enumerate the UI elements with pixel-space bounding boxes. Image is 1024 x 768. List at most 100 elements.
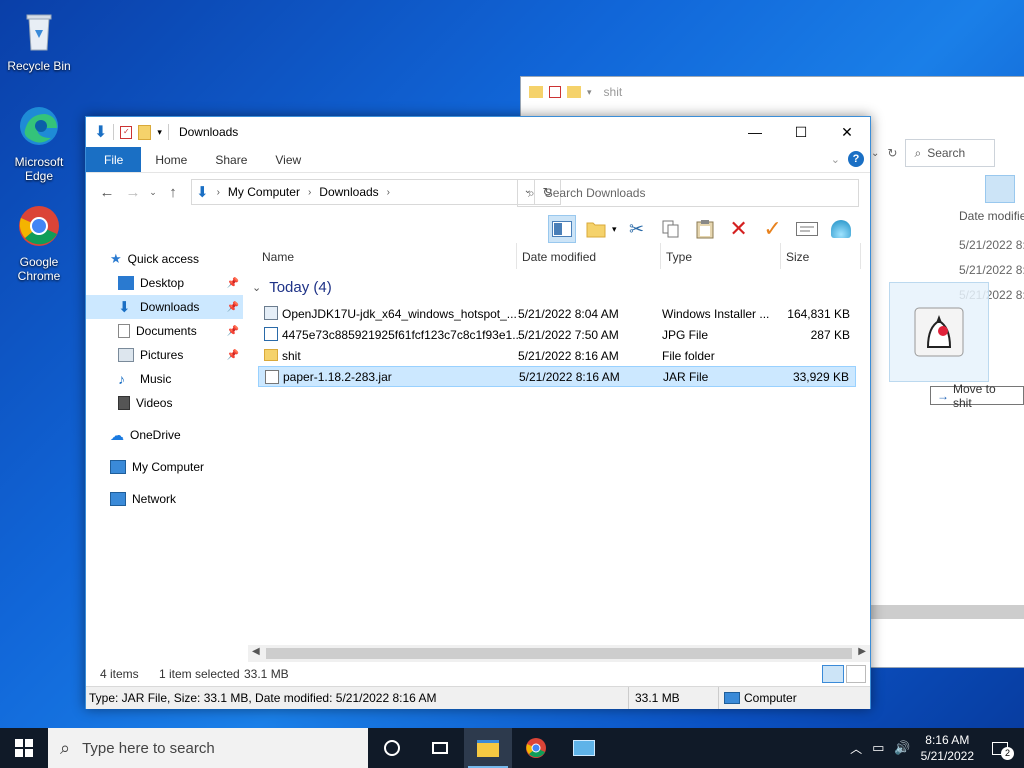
- shell-button[interactable]: [827, 215, 855, 243]
- download-arrow-icon: ⬇: [118, 299, 131, 316]
- nav-downloads[interactable]: ⬇ Downloads 📌: [86, 295, 243, 319]
- background-column-date[interactable]: Date modified: [959, 209, 1024, 223]
- large-icons-view-button[interactable]: [846, 665, 866, 683]
- table-row[interactable]: 4475e73c885921925f61fcf123c7c8c1f93e1...…: [258, 324, 856, 345]
- tab-view[interactable]: View: [261, 147, 315, 172]
- column-divider[interactable]: [860, 243, 861, 269]
- nav-videos[interactable]: Videos: [86, 391, 243, 415]
- nav-music[interactable]: ♪ Music: [86, 367, 243, 391]
- start-button[interactable]: [0, 728, 48, 768]
- group-header-today[interactable]: ⌄ Today (4): [252, 279, 332, 296]
- task-view-button[interactable]: [416, 728, 464, 768]
- volume-icon[interactable]: 🔊: [894, 740, 910, 756]
- close-button[interactable]: ✕: [824, 117, 870, 147]
- nav-desktop[interactable]: Desktop 📌: [86, 271, 243, 295]
- preview-pane-button[interactable]: [548, 215, 576, 243]
- help-icon[interactable]: ?: [848, 151, 864, 167]
- column-type[interactable]: Type: [666, 250, 692, 264]
- nav-pictures[interactable]: Pictures 📌: [86, 343, 243, 367]
- nav-documents[interactable]: Documents 📌: [86, 319, 243, 343]
- background-scrollbar[interactable]: [871, 605, 1024, 619]
- minimize-button[interactable]: —: [732, 117, 778, 147]
- nav-label: My Computer: [132, 460, 205, 474]
- column-divider[interactable]: [516, 243, 517, 269]
- maximize-button[interactable]: ☐: [778, 117, 824, 147]
- column-divider[interactable]: [780, 243, 781, 269]
- details-size: 33.1 MB: [635, 691, 680, 705]
- tab-share[interactable]: Share: [201, 147, 261, 172]
- address-bar[interactable]: ⬇ › My Computer › Downloads › ⌄ ↻: [191, 179, 561, 205]
- chevron-down-icon[interactable]: ⌄: [871, 148, 879, 159]
- preview-pane-button[interactable]: [985, 175, 1015, 203]
- properties-icon[interactable]: ✓: [120, 125, 133, 139]
- table-row[interactable]: paper-1.18.2-283.jar 5/21/2022 8:16 AM J…: [258, 366, 856, 387]
- folder-icon: [264, 349, 278, 361]
- search-input[interactable]: ⌕ Search Downloads: [517, 179, 859, 207]
- desktop-icon-chrome[interactable]: Google Chrome: [4, 204, 74, 283]
- forward-button[interactable]: →: [120, 179, 146, 205]
- desktop-icon-edge[interactable]: Microsoft Edge: [4, 104, 74, 183]
- refresh-icon[interactable]: ↻: [887, 146, 897, 160]
- taskbar-file-explorer[interactable]: [464, 728, 512, 768]
- show-hidden-icons-icon[interactable]: ︿: [850, 740, 862, 757]
- nav-label: Desktop: [140, 276, 185, 290]
- notification-center-button[interactable]: 2: [984, 728, 1016, 768]
- properties-button[interactable]: [793, 215, 821, 243]
- table-row[interactable]: OpenJDK17U-jdk_x64_windows_hotspot_... 5…: [258, 303, 856, 324]
- file-size: 33,929 KB: [792, 369, 849, 384]
- pin-icon: 📌: [226, 277, 239, 289]
- nav-network[interactable]: Network: [86, 487, 243, 511]
- nav-onedrive[interactable]: ☁ OneDrive: [86, 423, 243, 447]
- download-arrow-icon[interactable]: ⬇: [94, 122, 107, 142]
- chevron-right-icon: ›: [386, 186, 391, 198]
- explorer-window[interactable]: ⬇ ✓ ▾ Downloads — ☐ ✕ File Home Share Vi…: [85, 116, 871, 709]
- nav-my-computer[interactable]: My Computer: [86, 455, 243, 479]
- delete-button[interactable]: ✕: [725, 215, 753, 243]
- cut-button[interactable]: ✂: [623, 215, 651, 243]
- scrollbar-thumb[interactable]: [266, 648, 852, 659]
- background-window-titlebar[interactable]: ▾ shit: [521, 77, 1024, 107]
- customize-quick-access-icon[interactable]: ▾: [157, 127, 162, 138]
- background-search-label: Search: [927, 146, 966, 160]
- recent-locations-button[interactable]: ⌄: [146, 179, 160, 205]
- expand-ribbon-icon[interactable]: ⌄: [831, 153, 840, 166]
- open-folder-button[interactable]: [582, 215, 610, 243]
- column-date-modified[interactable]: Date modified: [522, 250, 596, 264]
- network-icon[interactable]: ▭: [872, 740, 884, 756]
- up-button[interactable]: ↑: [160, 179, 186, 205]
- rename-button[interactable]: ✓: [759, 215, 787, 243]
- search-icon: ⌕: [914, 145, 922, 160]
- nav-label: Downloads: [140, 300, 200, 314]
- tab-home[interactable]: Home: [141, 147, 201, 172]
- scroll-right-icon[interactable]: ▶: [858, 646, 866, 657]
- group-label: Today (4): [269, 279, 332, 296]
- scroll-left-icon[interactable]: ◀: [252, 646, 260, 657]
- breadcrumb-downloads[interactable]: Downloads: [319, 185, 378, 199]
- back-button[interactable]: ←: [94, 179, 120, 205]
- title-bar[interactable]: ⬇ ✓ ▾ Downloads — ☐ ✕: [86, 117, 870, 147]
- breadcrumb-my-computer[interactable]: My Computer: [228, 185, 300, 199]
- nav-quick-access[interactable]: ★ Quick access: [86, 247, 243, 271]
- clock[interactable]: 8:16 AM 5/21/2022: [921, 732, 974, 764]
- taskbar-search-input[interactable]: ⌕ Type here to search: [48, 728, 368, 768]
- table-row[interactable]: shit 5/21/2022 8:16 AM File folder: [258, 345, 856, 366]
- column-size[interactable]: Size: [786, 250, 809, 264]
- ribbon-right-controls: ⌄ ?: [831, 151, 864, 167]
- taskbar-chrome[interactable]: [512, 728, 560, 768]
- paste-button[interactable]: [691, 215, 719, 243]
- cortana-button[interactable]: [368, 728, 416, 768]
- column-divider[interactable]: [660, 243, 661, 269]
- horizontal-scrollbar[interactable]: ◀ ▶: [248, 645, 870, 662]
- details-view-button[interactable]: [822, 665, 844, 683]
- command-toolbar: ▾ ✂ ✕ ✓: [86, 211, 870, 247]
- arrow-right-icon: →: [937, 388, 949, 403]
- chevron-down-icon[interactable]: ▾: [612, 224, 617, 235]
- tab-file[interactable]: File: [86, 147, 142, 172]
- background-search-input[interactable]: ⌕ Search: [905, 139, 996, 167]
- taskbar-app-window[interactable]: [560, 728, 608, 768]
- new-folder-icon[interactable]: [138, 124, 152, 140]
- recycle-bin-label: Recycle Bin: [7, 59, 71, 73]
- column-name[interactable]: Name: [262, 250, 294, 264]
- copy-button[interactable]: [657, 215, 685, 243]
- desktop-icon-recycle-bin[interactable]: Recycle Bin: [4, 8, 74, 73]
